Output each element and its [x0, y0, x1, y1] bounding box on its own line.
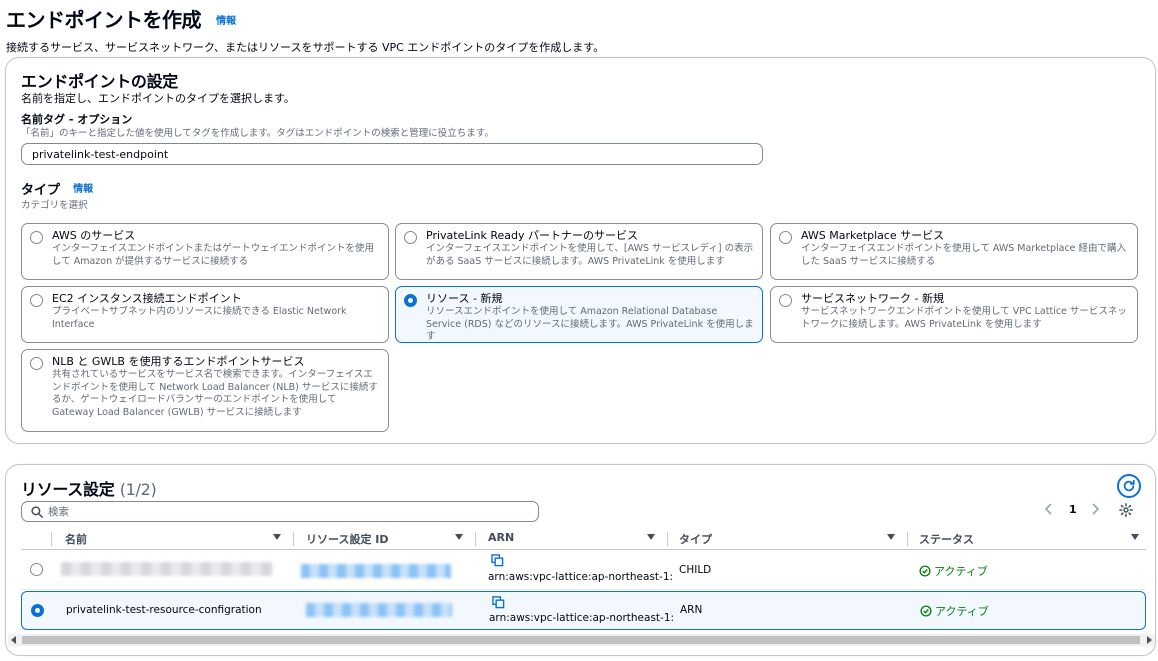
resource-config-title: リソース設定 (1/2) [21, 476, 157, 500]
column-divider [51, 532, 52, 546]
page-title: エンドポイントを作成 [6, 8, 202, 32]
tile-description: インターフェイスエンドポイントを使用して、[AWS サービスレディ] の表示があ… [426, 243, 754, 267]
column-divider [293, 532, 294, 546]
header-info-link[interactable]: 情報 [216, 16, 236, 27]
tile-aws-services[interactable]: AWS のサービス インターフェイスエンドポイントまたはゲートウェイエンドポイン… [21, 223, 389, 280]
check-circle-icon [920, 605, 932, 617]
column-divider [475, 532, 476, 546]
tile-description: インターフェイスエンドポイントまたはゲートウェイエンドポイントを使用して Ama… [52, 243, 375, 267]
tile-title: EC2 インスタンス接続エンドポイント [52, 292, 242, 305]
name-value: privatelink-test-resource-configration [66, 604, 262, 616]
radio-aws-marketplace[interactable] [779, 231, 792, 244]
status-text: アクティブ [935, 605, 989, 618]
radio-service-network[interactable] [779, 294, 792, 307]
copy-icon[interactable] [492, 596, 505, 609]
name-tag-input[interactable] [21, 143, 763, 165]
tile-resources[interactable]: リソース - 新規 リソースエンドポイントを使用して Amazon Relati… [395, 286, 763, 343]
preferences-button[interactable] [1119, 503, 1133, 517]
search-input[interactable] [48, 504, 528, 519]
refresh-icon [1123, 479, 1135, 492]
tile-description: リソースエンドポイントを使用して Amazon Relational Datab… [426, 306, 754, 342]
tile-privatelink-ready[interactable]: PrivateLink Ready パートナーのサービス インターフェイスエンド… [395, 223, 763, 280]
prev-page-button[interactable] [1045, 503, 1053, 515]
type-info-link[interactable]: 情報 [73, 184, 93, 195]
tile-title: PrivateLink Ready パートナーのサービス [426, 229, 639, 242]
radio-privatelink-ready[interactable] [404, 231, 417, 244]
sort-down-icon[interactable] [647, 534, 655, 540]
scroll-thumb[interactable] [22, 636, 1140, 644]
chevron-left-icon [1045, 503, 1052, 515]
chevron-right-icon [1092, 503, 1099, 515]
page-header: エンドポイントを作成 情報 接続するサービス、サービスネットワーク、またはリソー… [6, 4, 1146, 55]
scroll-left-icon[interactable] [11, 636, 16, 644]
sort-down-icon[interactable] [273, 534, 281, 540]
column-header-arn[interactable]: ARN [488, 531, 514, 544]
type-label-row: タイプ 情報 [21, 179, 93, 198]
column-divider [667, 532, 668, 546]
arn-value: arn:aws:vpc-lattice:ap-northeast-1: [488, 571, 674, 583]
column-header-name[interactable]: 名前 [65, 531, 87, 547]
radio-nlb-gwlb-endpoint[interactable] [30, 357, 43, 370]
sort-down-icon[interactable] [1131, 534, 1139, 540]
tile-title: NLB と GWLB を使用するエンドポイントサービス [52, 355, 305, 368]
tile-description: インターフェイスエンドポイントを使用して AWS Marketplace 経由で… [801, 243, 1127, 267]
tile-ec2-instance-connect[interactable]: EC2 インスタンス接続エンドポイント プライベートサブネット内のリソースに接続… [21, 286, 389, 343]
sort-down-icon[interactable] [887, 534, 895, 540]
table-row-selected[interactable]: privatelink-test-resource-configration a… [21, 591, 1146, 630]
settings-description: 名前を指定し、エンドポイントのタイプを選択します。 [21, 92, 295, 105]
column-header-type[interactable]: タイプ [679, 531, 712, 547]
row-radio[interactable] [31, 604, 44, 617]
type-value: CHILD [679, 564, 712, 576]
status-text: アクティブ [934, 565, 988, 578]
tile-description: 共有されているサービスをサービス名で検索できます。インターフェイスエンドポイント… [52, 369, 378, 418]
resource-config-title-text: リソース設定 [21, 480, 115, 499]
copy-icon[interactable] [491, 554, 504, 567]
table-header: 名前 リソース設定 ID ARN タイプ ステータス [21, 528, 1146, 550]
type-value: ARN [680, 604, 703, 616]
type-label: タイプ [21, 183, 61, 198]
name-tag-description: 「名前」のキーと指定した値を使用してタグを作成します。タグはエンドポイントの検索… [21, 128, 494, 139]
sort-down-icon[interactable] [455, 534, 463, 540]
tile-aws-marketplace[interactable]: AWS Marketplace サービス インターフェイスエンドポイントを使用し… [770, 223, 1138, 280]
row-radio[interactable] [30, 563, 43, 576]
check-circle-icon [919, 565, 931, 577]
tile-title: サービスネットワーク - 新規 [801, 292, 944, 305]
tile-service-network[interactable]: サービスネットワーク - 新規 サービスネットワークエンドポイントを使用して V… [770, 286, 1138, 343]
type-description: カテゴリを選択 [21, 200, 88, 211]
next-page-button[interactable] [1091, 503, 1099, 515]
arn-value: arn:aws:vpc-lattice:ap-northeast-1: [489, 612, 675, 624]
page-number[interactable]: 1 [1069, 503, 1077, 516]
tile-title: AWS のサービス [52, 229, 136, 242]
table-row[interactable]: arn:aws:vpc-lattice:ap-northeast-1: CHIL… [21, 551, 1146, 590]
search-box [21, 501, 539, 522]
redacted-resource-id[interactable] [306, 603, 452, 617]
settings-title: エンドポイントの設定 [21, 72, 179, 91]
endpoint-settings-panel: エンドポイントの設定 名前を指定し、エンドポイントのタイプを選択します。 名前タ… [5, 57, 1156, 444]
horizontal-scrollbar[interactable] [8, 634, 1155, 646]
radio-aws-services[interactable] [30, 231, 43, 244]
tile-title: AWS Marketplace サービス [801, 229, 945, 242]
status-badge: アクティブ [920, 603, 989, 619]
search-icon [31, 506, 43, 518]
column-header-status[interactable]: ステータス [919, 531, 974, 547]
redacted-name [61, 562, 273, 576]
refresh-button[interactable] [1117, 474, 1141, 498]
tile-title: リソース - 新規 [426, 292, 503, 305]
page-description: 接続するサービス、サービスネットワーク、またはリソースをサポートする VPC エ… [6, 41, 605, 54]
tile-nlb-gwlb-endpoint[interactable]: NLB と GWLB を使用するエンドポイントサービス 共有されているサービスを… [21, 349, 389, 432]
status-badge: アクティブ [919, 563, 988, 579]
tile-description: プライベートサブネット内のリソースに接続できる Elastic Network … [52, 306, 347, 330]
resource-config-count: (1/2) [119, 480, 157, 499]
radio-resources[interactable] [404, 294, 417, 307]
scroll-right-icon[interactable] [1147, 636, 1152, 644]
resource-config-panel: リソース設定 (1/2) 1 名前 リソース設定 ID [5, 464, 1156, 656]
tile-description: サービスネットワークエンドポイントを使用して VPC Lattice サービスネ… [801, 306, 1127, 330]
column-divider [907, 532, 908, 546]
radio-ec2-instance-connect[interactable] [30, 294, 43, 307]
redacted-resource-id[interactable] [301, 564, 451, 578]
gear-icon [1119, 503, 1133, 517]
column-header-id[interactable]: リソース設定 ID [306, 531, 389, 547]
